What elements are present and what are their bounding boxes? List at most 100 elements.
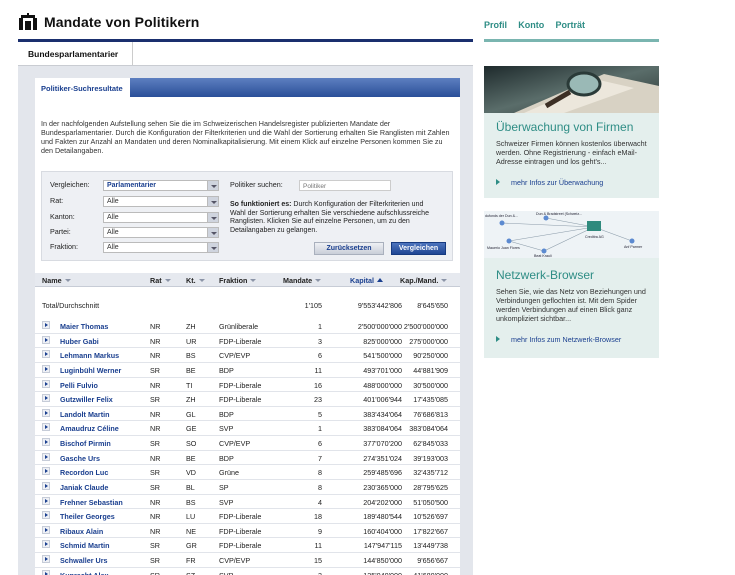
expand-arrow-icon[interactable]: [42, 496, 50, 505]
tab-bar: [130, 78, 460, 97]
table-row[interactable]: Janiak Claude SR BL SP 8 230'365'000 28'795'62…: [35, 480, 460, 495]
row-rat: SR: [150, 439, 160, 448]
table-row[interactable]: Kuprecht Alex SR SZ SVP 3 125'040'000 41'680'0…: [35, 568, 460, 575]
table-row[interactable]: Huber Gabi NR UR FDP-Liberale 3 825'000'000 27…: [35, 334, 460, 349]
nav-konto[interactable]: Konto: [518, 20, 544, 30]
table-row[interactable]: Gutzwiller Felix SR ZH FDP-Liberale 23 401'00…: [35, 392, 460, 407]
expand-arrow-icon[interactable]: [42, 467, 50, 476]
row-name-link[interactable]: Kuprecht Alex: [60, 571, 108, 575]
table-row[interactable]: Frehner Sebastian NR BS SVP 4 204'202'000 51'0…: [35, 495, 460, 510]
col-name[interactable]: Name: [42, 276, 71, 285]
expand-arrow-icon[interactable]: [42, 364, 50, 373]
row-name-link[interactable]: Luginbühl Werner: [60, 366, 121, 375]
kanton-select[interactable]: Alle: [103, 212, 219, 223]
row-name-link[interactable]: Huber Gabi: [60, 337, 99, 346]
col-name-label: Name: [42, 276, 62, 285]
row-kanton: BE: [186, 365, 196, 375]
expand-arrow-icon[interactable]: [42, 511, 50, 520]
expand-arrow-icon[interactable]: [42, 335, 50, 344]
row-name-link[interactable]: Bischof Pirmin: [60, 439, 111, 448]
expand-arrow-icon[interactable]: [42, 408, 50, 417]
expand-arrow-icon[interactable]: [42, 379, 50, 388]
nav-profil[interactable]: Profil: [484, 20, 507, 30]
row-name-link[interactable]: Ribaux Alain: [60, 527, 103, 536]
partei-select[interactable]: Alle: [103, 227, 219, 238]
row-name-link[interactable]: Recordon Luc: [60, 468, 108, 477]
table-row[interactable]: Luginbühl Werner SR BE BDP 11 493'701'000 44'8…: [35, 363, 460, 378]
col-rat[interactable]: Rat: [150, 276, 171, 285]
expand-arrow-icon[interactable]: [42, 525, 50, 534]
table-row[interactable]: Recordon Luc SR VD Grüne 8 259'485'696 32'435'…: [35, 465, 460, 480]
row-name-link[interactable]: Janiak Claude: [60, 483, 108, 492]
table-row[interactable]: Gasche Urs NR BE BDP 7 274'351'024 39'193'003: [35, 451, 460, 466]
expand-arrow-icon[interactable]: [42, 423, 50, 432]
row-name-link[interactable]: Landolt Martin: [60, 410, 110, 419]
row-kapital: 144'850'000: [363, 556, 402, 565]
magnifier-image: [484, 66, 659, 113]
row-kap-mand: 2'500'000'000: [403, 322, 448, 331]
expand-arrow-icon[interactable]: [42, 555, 50, 563]
reset-button[interactable]: Zurücksetzen: [314, 242, 384, 255]
row-kapital: 259'485'696: [363, 468, 402, 478]
table-row[interactable]: Landolt Martin NR GL BDP 5 383'434'064 76'686'…: [35, 407, 460, 422]
row-name-link[interactable]: Lehmann Markus: [60, 351, 119, 360]
expand-arrow-icon[interactable]: [42, 569, 50, 575]
expand-arrow-icon[interactable]: [42, 452, 50, 461]
row-name-link[interactable]: Schwaller Urs: [60, 556, 108, 565]
expand-arrow-icon[interactable]: [42, 321, 50, 329]
network-title[interactable]: Netzwerk-Browser: [496, 268, 594, 282]
col-kapital[interactable]: Kapital: [350, 276, 383, 285]
rat-select[interactable]: Alle: [103, 196, 219, 207]
col-kap-mand[interactable]: Kap./Mand.: [400, 276, 448, 285]
row-name-link[interactable]: Amaudruz Céline: [60, 424, 119, 433]
row-rat: NR: [150, 526, 161, 536]
table-row[interactable]: Maier Thomas NR ZH Grünliberale 1 2'500'000'0…: [35, 319, 460, 334]
expand-arrow-icon[interactable]: [42, 481, 50, 490]
compare-button[interactable]: Vergleichen: [391, 242, 446, 255]
tab-bundesparlamentarier[interactable]: Bundesparlamentarier: [18, 42, 133, 65]
col-fraktion[interactable]: Fraktion: [219, 276, 257, 285]
sort-up-icon: [376, 278, 383, 282]
row-name-link[interactable]: Gutzwiller Felix: [60, 395, 113, 404]
chevron-down-icon: [207, 196, 219, 207]
row-kapital: 541'500'000: [363, 351, 402, 361]
row-name-link[interactable]: Schmid Martin: [60, 541, 110, 550]
row-rat: NR: [150, 512, 161, 522]
row-name-link[interactable]: Maier Thomas: [60, 322, 108, 331]
vergleichen-select[interactable]: Parlamentarier: [103, 180, 219, 191]
total-kapital: 9'553'442'806: [357, 301, 402, 310]
network-text: Sehen Sie, wie das Netz von Beziehungen …: [496, 287, 646, 323]
row-name-link[interactable]: Frehner Sebastian: [60, 498, 123, 507]
monitoring-link[interactable]: mehr Infos zur Überwachung: [496, 178, 603, 187]
partei-value: Alle: [107, 229, 119, 236]
col-kt[interactable]: Kt.: [186, 276, 205, 285]
expand-arrow-icon[interactable]: [42, 438, 50, 446]
fraktion-select[interactable]: Alle: [103, 242, 219, 253]
table-row[interactable]: Theiler Georges NR LU FDP-Liberale 18 189'480…: [35, 509, 460, 524]
network-graph-image: dufonds der Dun &... Dun & Bradstreet (S…: [484, 211, 659, 258]
nav-portraet[interactable]: Porträt: [555, 20, 585, 30]
tab-politiker-suchresultate[interactable]: Politiker-Suchresultate: [35, 78, 130, 97]
row-rat: NR: [150, 497, 161, 507]
row-kapital: 204'202'000: [363, 497, 402, 507]
col-mandate[interactable]: Mandate: [283, 276, 322, 285]
row-mandate: 5: [318, 409, 322, 419]
col-kap-mand-label: Kap./Mand.: [400, 276, 439, 285]
table-row[interactable]: Schmid Martin SR GR FDP-Liberale 11 147'947'1…: [35, 538, 460, 553]
row-name-link[interactable]: Pelli Fulvio: [60, 381, 98, 390]
table-row[interactable]: Ribaux Alain NR NE FDP-Liberale 9 160'404'000…: [35, 524, 460, 539]
table-row[interactable]: Lehmann Markus NR BS CVP/EVP 6 541'500'000 90'…: [35, 348, 460, 363]
table-row[interactable]: Pelli Fulvio NR TI FDP-Liberale 16 488'000'00…: [35, 378, 460, 393]
row-name-link[interactable]: Gasche Urs: [60, 454, 100, 463]
monitoring-title[interactable]: Überwachung von Firmen: [496, 120, 633, 134]
politiker-search-input[interactable]: [299, 180, 391, 191]
expand-arrow-icon[interactable]: [42, 540, 50, 549]
graph-label-5: Creditra AG: [585, 235, 604, 239]
table-row[interactable]: Schwaller Urs SR FR CVP/EVP 15 144'850'000 9'6…: [35, 553, 460, 568]
table-row[interactable]: Bischof Pirmin SR SO CVP/EVP 6 377'070'200 62'…: [35, 436, 460, 451]
network-link[interactable]: mehr Infos zum Netzwerk-Browser: [496, 335, 621, 344]
expand-arrow-icon[interactable]: [42, 350, 50, 359]
row-name-link[interactable]: Theiler Georges: [60, 512, 115, 521]
expand-arrow-icon[interactable]: [42, 394, 50, 403]
table-row[interactable]: Amaudruz Céline NR GE SVP 1 383'084'064 383'08…: [35, 421, 460, 436]
